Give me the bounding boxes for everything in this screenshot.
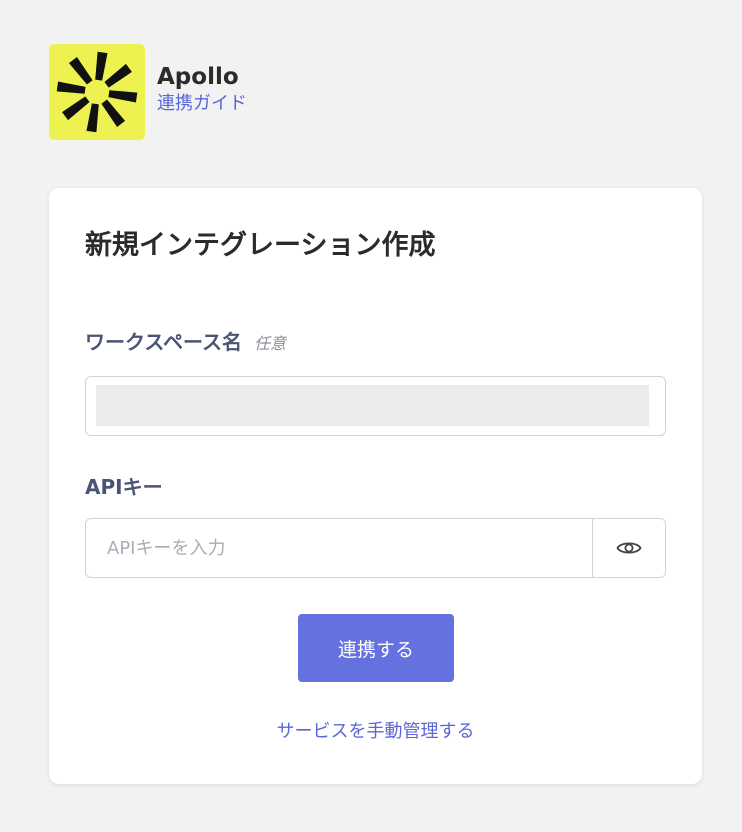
integration-form-card: 新規インテグレーション作成 ワークスペース名 任意 APIキー 連携する サービス… [49,188,702,784]
form-title: 新規インテグレーション作成 [85,230,436,261]
apollo-logo [49,44,145,140]
app-header: Apollo 連携ガイド [49,44,247,140]
app-name: Apollo [157,64,239,90]
optional-tag: 任意 [254,334,287,353]
api-key-field [85,518,666,578]
workspace-name-label-text: ワークスペース名 [85,330,242,354]
toggle-visibility-button[interactable] [592,519,665,577]
app-meta: Apollo 連携ガイド [157,44,247,116]
integration-guide-link[interactable]: 連携ガイド [157,92,247,116]
api-key-input[interactable] [86,519,592,577]
eye-icon [616,542,642,554]
connect-button[interactable]: 連携する [298,614,454,682]
asterisk-burst-icon [56,51,138,133]
api-key-label: APIキー [85,475,163,499]
workspace-name-input[interactable] [96,385,649,426]
manual-manage-link[interactable]: サービスを手動管理する [49,720,702,744]
workspace-name-field [85,376,666,436]
workspace-name-label: ワークスペース名 任意 [85,328,286,358]
